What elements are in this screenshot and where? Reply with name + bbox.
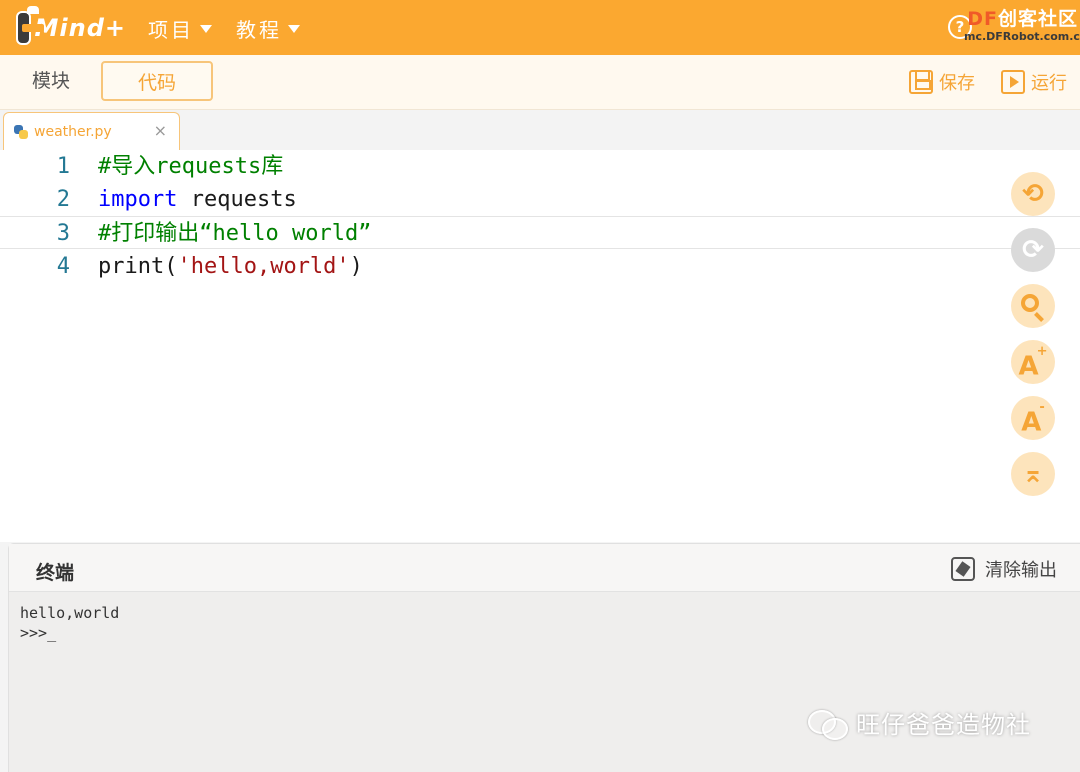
zoom-in-icon[interactable]: A+ bbox=[1011, 340, 1055, 384]
wechat-watermark-text: 旺仔爸爸造物社 bbox=[856, 711, 1031, 739]
mindplus-logo[interactable]: Mind+ bbox=[16, 6, 126, 48]
wechat-icon bbox=[808, 708, 848, 740]
code-comment: #导入requests库 bbox=[98, 154, 284, 179]
line-number: 3 bbox=[56, 221, 70, 246]
tab-blocks[interactable]: 模块 bbox=[0, 61, 102, 101]
tab-code[interactable]: 代码 bbox=[101, 61, 213, 101]
code-line-active: 3 #打印输出“hello world” bbox=[0, 216, 1080, 249]
run-button[interactable]: 运行 bbox=[1001, 69, 1067, 95]
code-text: requests bbox=[177, 187, 297, 212]
file-tab-name: weather.py bbox=[34, 123, 112, 140]
search-icon[interactable] bbox=[1011, 284, 1055, 328]
watermark-brand-suffix: 创客社区 bbox=[997, 8, 1078, 30]
line-number: 4 bbox=[56, 254, 70, 279]
terminal-title: 终端 bbox=[36, 562, 75, 584]
close-icon[interactable]: × bbox=[154, 121, 167, 140]
redo-icon[interactable]: ⟳ bbox=[1011, 228, 1055, 272]
line-number: 2 bbox=[56, 187, 70, 212]
run-label: 运行 bbox=[1031, 73, 1067, 94]
code-string: 'hello,world' bbox=[177, 254, 350, 279]
file-tab-weather[interactable]: weather.py × bbox=[3, 112, 180, 150]
menu-tutorial-label: 教程 bbox=[236, 18, 282, 42]
line-number: 1 bbox=[56, 154, 70, 179]
caret-down-icon bbox=[200, 24, 212, 33]
play-icon bbox=[1001, 70, 1025, 94]
zoom-out-icon[interactable]: A- bbox=[1011, 396, 1055, 440]
toolbar: 模块 代码 保存 运行 bbox=[0, 55, 1080, 110]
code-comment: #打印输出“hello world” bbox=[98, 221, 372, 246]
code-editor[interactable]: 1 #导入requests库 2 import requests 3 #打印输出… bbox=[0, 150, 1080, 542]
dfrobot-watermark: DF创客社区 mc.DFRobot.com.cn bbox=[964, 4, 1080, 43]
clear-output-label: 清除输出 bbox=[985, 560, 1057, 581]
clear-output-button[interactable]: 清除输出 bbox=[951, 556, 1057, 582]
watermark-brand-prefix: DF bbox=[967, 8, 998, 30]
scroll-top-icon[interactable]: ⌅ bbox=[1011, 452, 1055, 496]
code-paren: ) bbox=[349, 254, 363, 279]
caret-down-icon bbox=[288, 24, 300, 33]
menu-project[interactable]: 项目 bbox=[148, 14, 212, 43]
terminal-output-line: hello,world bbox=[20, 604, 120, 622]
terminal-prompt[interactable]: >>>_ bbox=[20, 624, 56, 642]
undo-icon[interactable]: ⟲ bbox=[1011, 172, 1055, 216]
robot-icon bbox=[16, 6, 44, 45]
save-icon bbox=[909, 70, 933, 94]
logo-text: Mind+ bbox=[34, 14, 126, 42]
top-bar: Mind+ 项目 教程 ? DF创客社区 mc.DFRobot.com.cn bbox=[0, 0, 1080, 55]
watermark-url: mc.DFRobot.com.cn bbox=[964, 30, 1080, 43]
terminal-header: 终端 清除输出 bbox=[9, 544, 1080, 592]
code-keyword: import bbox=[98, 187, 178, 212]
menu-project-label: 项目 bbox=[148, 18, 194, 42]
eraser-icon bbox=[951, 557, 975, 581]
file-tab-strip: weather.py × bbox=[0, 110, 1080, 150]
code-line: 1 #导入requests库 bbox=[0, 150, 1080, 183]
save-label: 保存 bbox=[939, 73, 975, 94]
wechat-watermark: 旺仔爸爸造物社 bbox=[808, 705, 1031, 740]
code-line: 4 print('hello,world') bbox=[0, 250, 1080, 283]
menu-tutorial[interactable]: 教程 bbox=[236, 14, 300, 43]
code-function: print( bbox=[98, 254, 178, 279]
save-button[interactable]: 保存 bbox=[909, 69, 975, 95]
python-icon bbox=[14, 124, 28, 139]
code-line: 2 import requests bbox=[0, 183, 1080, 216]
